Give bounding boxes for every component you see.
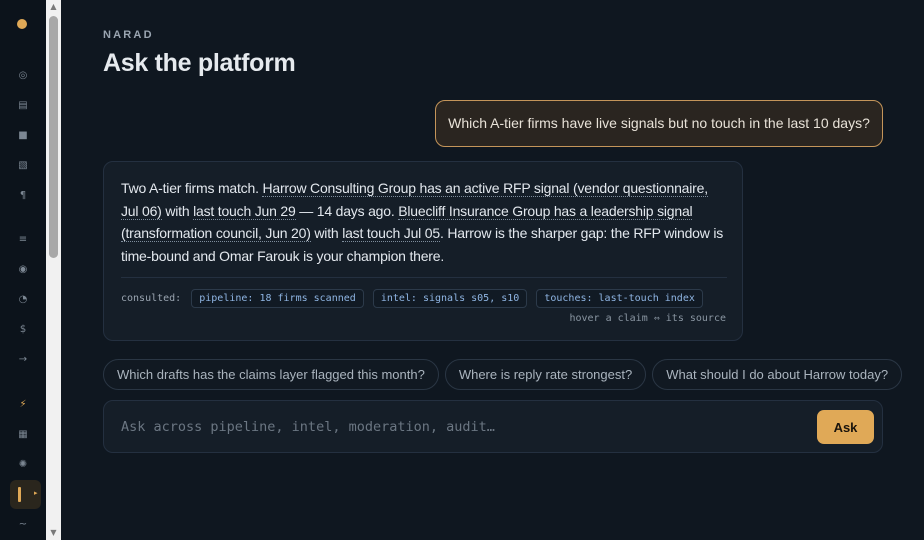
claim-bluecliff-last-touch[interactable]: last touch Jul 05 [342, 225, 440, 242]
user-message: Which A-tier firms have live signals but… [435, 100, 883, 147]
pie-icon[interactable]: ◔ [0, 293, 46, 307]
arrow-right-icon[interactable]: → [0, 353, 46, 367]
scroll-down-icon[interactable]: ▼ [46, 526, 61, 540]
left-rail: ◎ ▤ ■ ▧ ¶ ≡ ◉ ◔ $ → ⚡ ▦ ✺ ▸ ~ [0, 0, 46, 540]
answer-text-segment: — 14 days ago. [295, 202, 399, 219]
divider [121, 277, 727, 278]
caret-right-icon: ▸ [34, 489, 38, 497]
answer-text-segment: Two A-tier firms match. [121, 180, 263, 196]
consulted-label: consulted: [121, 293, 182, 304]
answer-card: Two A-tier firms match. Harrow Consultin… [103, 161, 743, 341]
answer-text-segment: with [310, 225, 343, 241]
source-chip-pipeline[interactable]: pipeline: 18 firms scanned [191, 289, 364, 308]
radio-icon[interactable]: ◉ [0, 263, 46, 277]
claim-harrow-last-touch[interactable]: last touch Jun 29 [193, 202, 296, 220]
active-indicator [18, 487, 21, 502]
wave-icon[interactable]: ~ [0, 518, 46, 532]
consulted-sources: consulted: pipeline: 18 firms scanned in… [121, 289, 706, 308]
hover-hint: hover a claim ⇔ its source [569, 313, 726, 324]
list-icon[interactable]: ≡ [0, 233, 46, 247]
suggestion-chip-drafts[interactable]: Which drafts has the claims layer flagge… [103, 359, 439, 390]
rail-item-active[interactable]: ▸ [10, 480, 41, 509]
answer-text: Two A-tier firms match. Harrow Consultin… [121, 177, 727, 267]
sun-icon[interactable]: ✺ [0, 458, 46, 472]
page-title: Ask the platform [103, 49, 296, 77]
image-icon[interactable]: ▧ [0, 159, 46, 173]
ask-input[interactable] [121, 411, 811, 443]
target-icon[interactable]: ◎ [0, 69, 46, 83]
square-icon[interactable]: ■ [0, 129, 46, 143]
scroll-up-icon[interactable]: ▲ [46, 0, 61, 14]
source-chip-intel[interactable]: intel: signals s05, s10 [372, 289, 528, 308]
table-icon[interactable]: ▤ [0, 99, 46, 113]
app-name: NARAD [103, 29, 154, 41]
scroll-thumb[interactable] [49, 16, 58, 258]
answer-text-segment: with [161, 202, 194, 219]
dollar-icon[interactable]: $ [0, 323, 46, 337]
suggestion-list: Which drafts has the claims layer flagge… [103, 359, 908, 390]
ask-box: Ask [103, 400, 883, 453]
suggestion-chip-harrow[interactable]: What should I do about Harrow today? [652, 359, 903, 390]
suggestion-chip-reply-rate[interactable]: Where is reply rate strongest? [444, 359, 647, 390]
bolt-icon[interactable]: ⚡ [0, 398, 46, 412]
ask-button[interactable]: Ask [817, 410, 874, 444]
status-dot [17, 19, 27, 29]
grid-icon[interactable]: ▦ [0, 428, 46, 442]
source-chip-touches[interactable]: touches: last-touch index [536, 289, 703, 308]
pilcrow-icon[interactable]: ¶ [0, 189, 46, 203]
scrollbar[interactable]: ▲ ▼ [46, 0, 61, 540]
